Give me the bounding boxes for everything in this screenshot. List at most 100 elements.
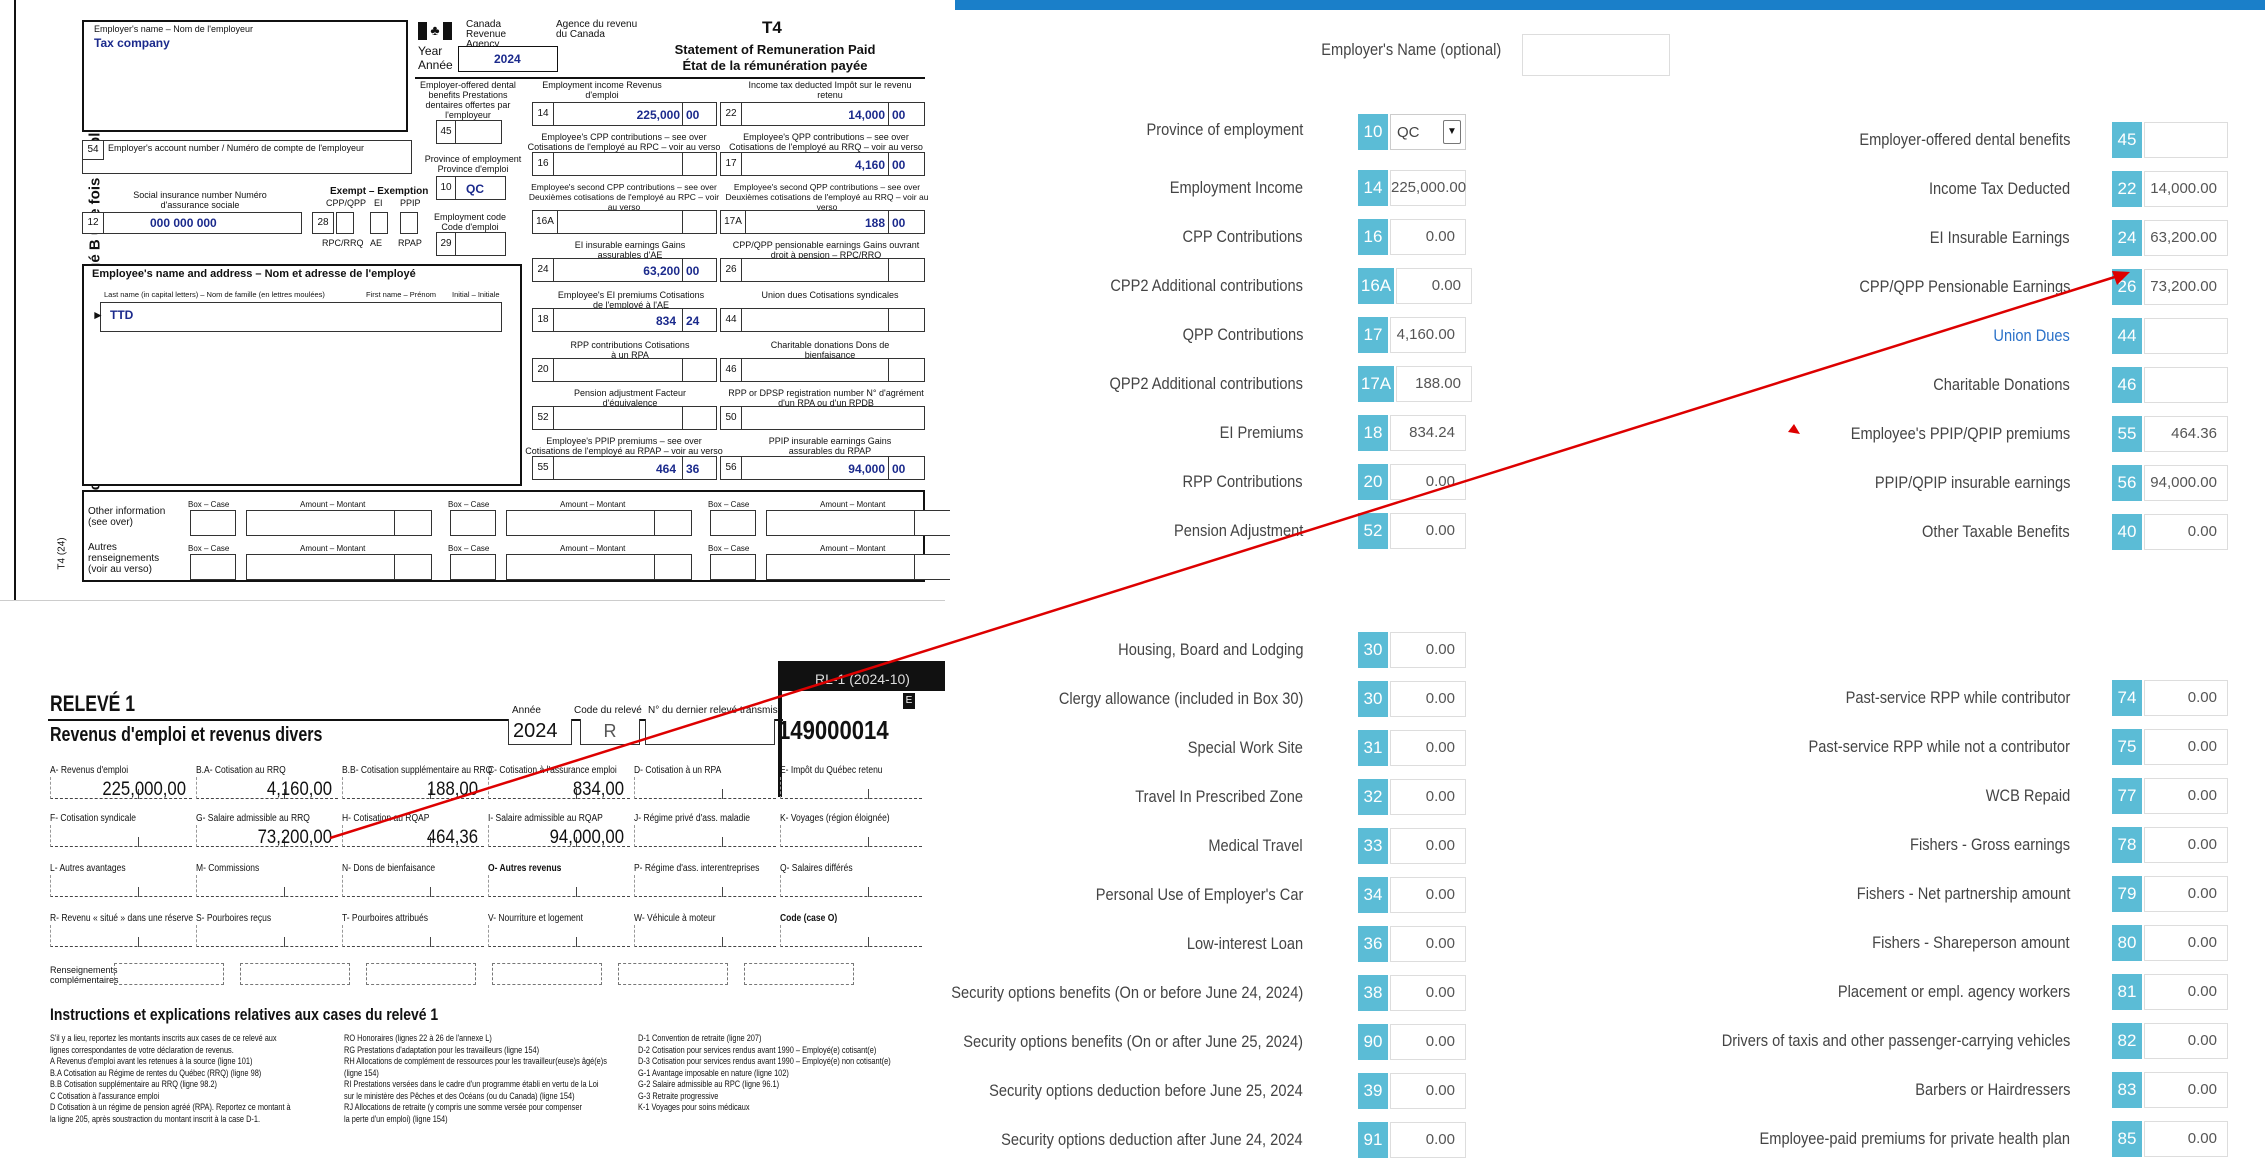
field-input[interactable]: 0.00 (2144, 1023, 2228, 1059)
rl1-cell-field[interactable] (342, 875, 484, 897)
field-input[interactable]: 0.00 (1390, 1024, 1466, 1060)
rl1-cell-field[interactable] (196, 875, 338, 897)
field-input[interactable]: 0.00 (1390, 513, 1466, 549)
field-input[interactable]: 14,000.00 (2144, 171, 2228, 207)
other-box-field[interactable] (450, 510, 496, 536)
field-input[interactable]: 0.00 (2144, 778, 2228, 814)
field-input[interactable]: 0.00 (2144, 974, 2228, 1010)
field-input[interactable]: 464.36 (2144, 416, 2228, 452)
rl1-cell-field[interactable] (342, 925, 484, 947)
field-input[interactable]: 0.00 (1390, 1122, 1466, 1158)
field-input[interactable]: 0.00 (2144, 1121, 2228, 1157)
rl1-cell-field[interactable] (634, 925, 776, 947)
box50-field[interactable] (720, 406, 925, 430)
box24-cents: 00 (686, 264, 700, 278)
field-input[interactable]: 0.00 (1390, 926, 1466, 962)
rl1-renseignement-field[interactable] (744, 963, 854, 985)
rl1-instruction-line: K-1 Voyages pour soins médicaux (638, 1102, 750, 1112)
rl1-dernier-field[interactable] (645, 719, 775, 745)
field-input[interactable]: 0.00 (2144, 1072, 2228, 1108)
field-input[interactable]: 0.00 (1390, 975, 1466, 1011)
field-input[interactable]: 188.00 (1396, 366, 1472, 402)
rl1-renseignement-field[interactable] (618, 963, 728, 985)
box52-field[interactable] (532, 406, 717, 430)
field-input[interactable] (2144, 367, 2228, 403)
field-input[interactable]: 63,200.00 (2144, 220, 2228, 256)
exempt-ppip-checkbox[interactable] (400, 212, 418, 234)
rl1-annee-value[interactable]: 2024 (508, 719, 572, 745)
other-box-field[interactable] (710, 510, 756, 536)
rl1-renseignement-field[interactable] (114, 963, 224, 985)
rl1-cell-field[interactable] (780, 875, 922, 897)
box46-field[interactable] (720, 358, 925, 382)
field-input[interactable]: 0.00 (1390, 464, 1466, 500)
rl1-cell-field[interactable] (196, 925, 338, 947)
box20-field[interactable] (532, 358, 717, 382)
other-box-field[interactable] (190, 510, 236, 536)
other-box-field[interactable] (710, 554, 756, 580)
rl1-cell-tick (284, 937, 285, 947)
field-input[interactable]: 0.00 (1390, 779, 1466, 815)
field-input[interactable]: 73,200.00 (2144, 269, 2228, 305)
other-amount-field[interactable] (506, 510, 692, 536)
field-input[interactable]: 0.00 (1396, 268, 1472, 304)
rl1-cell-field[interactable] (50, 925, 192, 947)
field-input[interactable]: 0.00 (1390, 877, 1466, 913)
rl1-cell-field[interactable] (634, 875, 776, 897)
rl1-cell-field[interactable] (488, 875, 630, 897)
rl1-renseignement-field[interactable] (366, 963, 476, 985)
exempt-rpc: RPC/RRQ (322, 238, 364, 248)
field-input[interactable]: 0.00 (1390, 681, 1466, 717)
other-box-field[interactable] (190, 554, 236, 580)
rl1-cell-field[interactable] (634, 825, 776, 847)
chevron-down-icon[interactable]: ▼ (1443, 120, 1461, 144)
field-input[interactable]: 834.24 (1390, 415, 1466, 451)
rl1-cell-field[interactable] (780, 825, 922, 847)
rl1-cell-field[interactable] (780, 777, 922, 799)
box18-cents: 24 (686, 314, 700, 328)
rl1-cell-field[interactable] (488, 925, 630, 947)
field-input[interactable]: 0.00 (1390, 1073, 1466, 1109)
field-input[interactable]: 0.00 (2144, 514, 2228, 550)
rl1-cell-field[interactable] (634, 777, 776, 799)
field-box-badge: 85 (2112, 1121, 2142, 1157)
box16a-field[interactable] (532, 210, 717, 234)
rl1-renseignement-field[interactable] (240, 963, 350, 985)
field-input[interactable]: 225,000.00 (1390, 170, 1466, 206)
rl1-cell-field[interactable] (780, 925, 922, 947)
field-input[interactable]: 0.00 (2144, 827, 2228, 863)
field-box-badge: 31 (1358, 730, 1388, 766)
box26-field[interactable] (720, 258, 925, 282)
box16-field[interactable] (532, 152, 717, 176)
box44-field[interactable] (720, 308, 925, 332)
other-box-field[interactable] (450, 554, 496, 580)
other-amount-field[interactable] (766, 510, 952, 536)
province-select[interactable]: QC ▼ (1390, 114, 1466, 150)
rl1-cell-label: Q- Salaires différés (780, 863, 853, 874)
field-input[interactable]: 0.00 (1390, 219, 1466, 255)
other-amount-field[interactable] (246, 554, 432, 580)
field-input[interactable] (2144, 318, 2228, 354)
field-input[interactable]: 94,000.00 (2144, 465, 2228, 501)
field-input[interactable]: 0.00 (2144, 729, 2228, 765)
exempt-cpp-checkbox[interactable] (336, 212, 354, 234)
field-label[interactable]: Union Dues (1994, 326, 2070, 346)
other-amount-field[interactable] (506, 554, 692, 580)
other-amount-field[interactable] (766, 554, 952, 580)
employee-name-field[interactable] (100, 302, 502, 332)
field-input[interactable]: 0.00 (2144, 925, 2228, 961)
field-input[interactable]: 0.00 (1390, 730, 1466, 766)
field-input[interactable] (2144, 122, 2228, 158)
rl1-cell-field[interactable] (50, 875, 192, 897)
field-input[interactable]: 0.00 (2144, 876, 2228, 912)
exempt-ei-checkbox[interactable] (370, 212, 388, 234)
rl1-cell-field[interactable] (50, 825, 192, 847)
field-input[interactable]: 4,160.00 (1390, 317, 1466, 353)
field-input[interactable]: 0.00 (1390, 632, 1466, 668)
other-amount-field[interactable] (246, 510, 432, 536)
field-input[interactable]: 0.00 (1390, 828, 1466, 864)
field-input[interactable]: 0.00 (2144, 680, 2228, 716)
employer-name-optional-input[interactable] (1522, 34, 1670, 76)
rl1-code-value[interactable]: R (580, 719, 640, 745)
rl1-renseignement-field[interactable] (492, 963, 602, 985)
